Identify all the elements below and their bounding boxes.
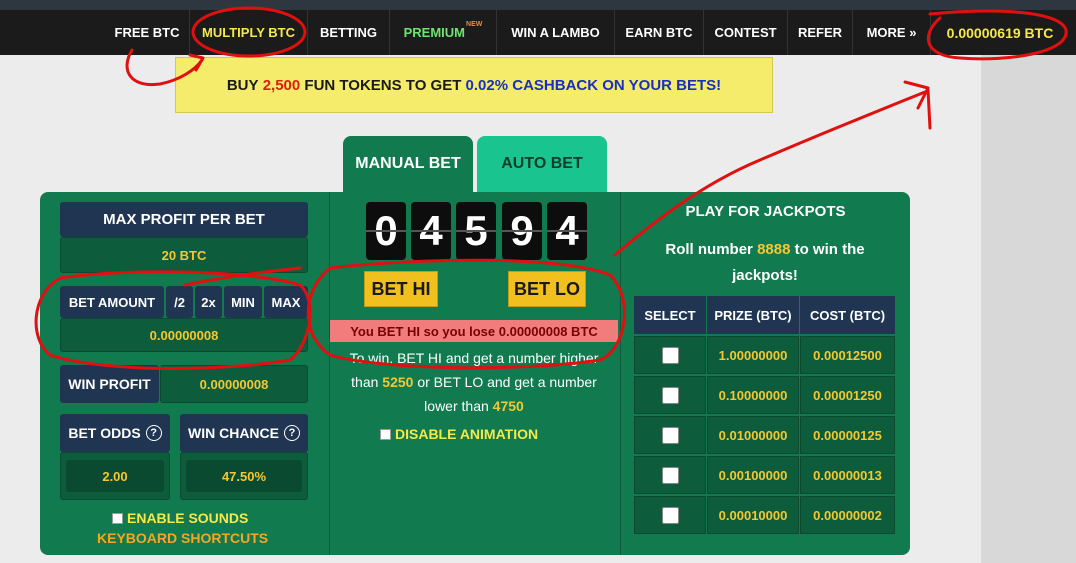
max-profit-value: 20 BTC: [60, 237, 308, 273]
roll-digit: 0: [366, 202, 406, 260]
nav-win-a-lambo[interactable]: WIN A LAMBO: [497, 10, 615, 55]
disable-animation-label: DISABLE ANIMATION: [395, 426, 539, 442]
enable-sounds-option[interactable]: ENABLE SOUNDS: [112, 510, 248, 526]
nav-free-btc[interactable]: FREE BTC: [105, 10, 190, 55]
help-icon[interactable]: ?: [145, 425, 162, 441]
jackpot-checkbox[interactable]: [661, 506, 679, 524]
rules-line-1: To win, BET HI and get a number higher: [349, 350, 599, 366]
rules-lower: lower than: [424, 398, 493, 414]
bet-odds-input[interactable]: 2.00: [66, 460, 164, 492]
jackpot-header-select: SELECT: [634, 296, 706, 334]
lo-threshold: 4750: [492, 398, 524, 414]
bet-amount-label: BET AMOUNT: [60, 286, 164, 318]
jackpot-prize: 0.10000000: [707, 376, 799, 414]
jackpot-cost: 0.00000125: [800, 416, 895, 454]
bet-hi-button[interactable]: BET HI: [364, 271, 438, 307]
jackpot-checkbox[interactable]: [661, 386, 679, 404]
nav-betting[interactable]: BETTING: [308, 10, 390, 55]
balance-display: 0.00000619 BTC: [934, 14, 1066, 52]
disable-animation-option[interactable]: DISABLE ANIMATION: [380, 426, 538, 442]
annotation-tick-balance: [926, 88, 932, 130]
bet-result-message: You BET HI so you lose 0.00000008 BTC: [330, 320, 618, 342]
jackpot-subtitle: Roll number 8888 to win the jackpots!: [634, 237, 896, 289]
banner-text-1: BUY: [226, 76, 259, 94]
win-chance-text: WIN CHANCE: [188, 425, 279, 441]
nav-premium-label: PREMIUM: [403, 25, 466, 40]
jackpot-checkbox[interactable]: [661, 426, 679, 444]
rules-mid: or BET LO and get a number: [413, 374, 597, 390]
nav-earn-btc[interactable]: EARN BTC: [615, 10, 704, 55]
nav-premium[interactable]: PREMIUM NEW: [390, 10, 497, 55]
halve-bet-button[interactable]: /2: [166, 286, 193, 318]
win-chance-label: WIN CHANCE?: [180, 414, 308, 452]
roll-digit: 4: [411, 202, 451, 260]
banner-amount: 2,500: [262, 76, 301, 94]
win-profit-value: 0.00000008: [160, 365, 308, 403]
jackpot-cost: 0.00012500: [800, 336, 895, 374]
bet-odds-text: BET ODDS: [68, 425, 141, 441]
rules-line-2: than 5250 or BET LO and get a number: [330, 370, 618, 394]
bet-lo-button[interactable]: BET LO: [508, 271, 586, 307]
jackpot-cost: 0.00001250: [800, 376, 895, 414]
jackpot-select-cell[interactable]: [634, 456, 706, 494]
keyboard-shortcuts-link[interactable]: KEYBOARD SHORTCUTS: [97, 530, 268, 546]
win-rules-text: To win, BET HI and get a number higher t…: [330, 346, 618, 418]
jackpot-select-cell[interactable]: [634, 376, 706, 414]
nav-multiply-btc[interactable]: MULTIPLY BTC: [190, 10, 308, 55]
jackpot-cost: 0.00000002: [800, 496, 895, 534]
roll-digit: 5: [456, 202, 496, 260]
nav-contest[interactable]: CONTEST: [704, 10, 788, 55]
jackpot-cost: 0.00000013: [800, 456, 895, 494]
help-icon[interactable]: ?: [284, 425, 300, 441]
jackpot-prize: 0.01000000: [707, 416, 799, 454]
jackpot-prize: 0.00010000: [707, 496, 799, 534]
tab-auto-bet[interactable]: AUTO BET: [477, 136, 607, 192]
disable-animation-checkbox[interactable]: [380, 428, 391, 440]
bet-amount-input[interactable]: 0.00000008: [60, 318, 308, 352]
enable-sounds-checkbox[interactable]: [112, 512, 123, 524]
jackpot-checkbox[interactable]: [661, 346, 679, 364]
banner-text-2: FUN TOKENS TO GET: [304, 76, 462, 94]
jackpot-number: 8888: [757, 241, 791, 258]
min-bet-button[interactable]: MIN: [224, 286, 262, 318]
annotation-arrowhead-balance: [903, 80, 930, 110]
max-bet-button[interactable]: MAX: [264, 286, 308, 318]
top-strip: [0, 0, 1076, 10]
enable-sounds-label: ENABLE SOUNDS: [127, 510, 249, 526]
double-bet-button[interactable]: 2x: [195, 286, 222, 318]
jackpot-title: PLAY FOR JACKPOTS: [685, 203, 846, 220]
nav-refer[interactable]: REFER: [788, 10, 853, 55]
roll-digit: 9: [502, 202, 542, 260]
jackpot-select-cell[interactable]: [634, 336, 706, 374]
roll-digit: 4: [547, 202, 587, 260]
jackpot-header-cost: COST (BTC): [800, 296, 895, 334]
nav-more[interactable]: MORE »: [853, 10, 931, 55]
jackpot-select-cell[interactable]: [634, 416, 706, 454]
rules-line-3: lower than 4750: [330, 394, 618, 418]
jackpot-header-prize: PRIZE (BTC): [707, 296, 799, 334]
max-profit-label: MAX PROFIT PER BET: [60, 202, 308, 237]
jackpot-prize: 0.00100000: [707, 456, 799, 494]
rules-than: than: [351, 374, 383, 390]
jackpot-select-cell[interactable]: [634, 496, 706, 534]
win-chance-input[interactable]: 47.50%: [186, 460, 302, 492]
jackpot-checkbox[interactable]: [661, 466, 679, 484]
new-badge: NEW: [466, 21, 483, 28]
jackpot-prize: 1.00000000: [707, 336, 799, 374]
bet-odds-label: BET ODDS?: [60, 414, 170, 452]
tab-manual-bet[interactable]: MANUAL BET: [343, 136, 473, 192]
banner-cashback: 0.02% CASHBACK ON YOUR BETS!: [465, 76, 722, 94]
jackpot-sub-pre: Roll number: [665, 241, 758, 258]
win-profit-label: WIN PROFIT: [60, 365, 159, 403]
hi-threshold: 5250: [382, 374, 414, 390]
right-background: [981, 55, 1076, 563]
divider-right: [620, 192, 621, 555]
fun-token-banner[interactable]: BUY 2,500 FUN TOKENS TO GET 0.02% CASHBA…: [175, 57, 773, 113]
